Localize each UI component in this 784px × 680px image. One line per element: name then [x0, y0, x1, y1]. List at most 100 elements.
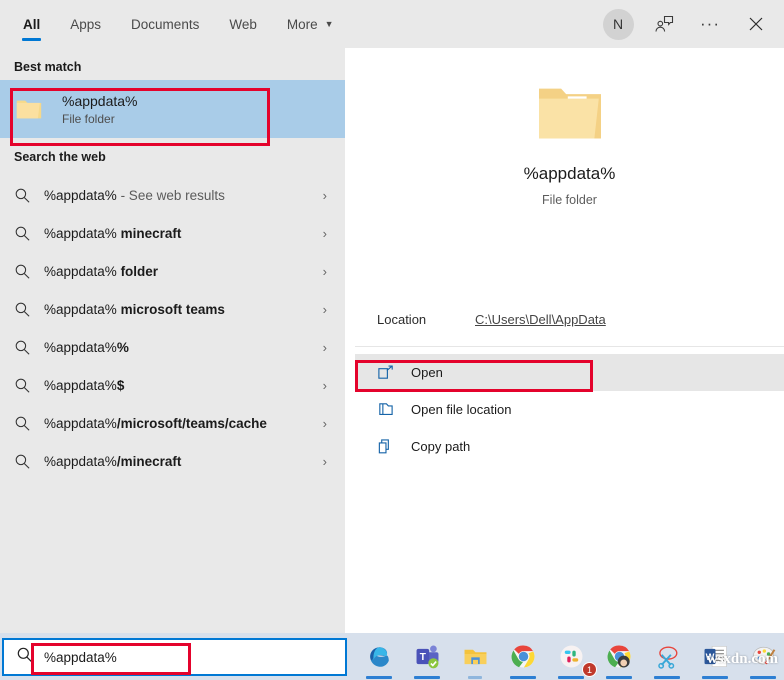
folder-icon-large [538, 88, 601, 139]
web-suggestion-label-7: %appdata%/minecraft [44, 453, 182, 469]
copy-path-icon [377, 438, 411, 455]
web-suggestion-label-6: %appdata%/microsoft/teams/cache [44, 415, 267, 431]
best-match-type: File folder [62, 111, 115, 126]
chevron-right-icon: › [322, 187, 327, 203]
chevron-right-icon: › [322, 415, 327, 431]
web-suggestion-1[interactable]: %appdata% minecraft › [0, 214, 345, 252]
search-icon [14, 339, 44, 356]
google-chrome-profile-icon [607, 645, 630, 668]
web-suggestion-3[interactable]: %appdata% microsoft teams › [0, 290, 345, 328]
location-label: Location [377, 312, 427, 327]
taskbar-app-microsoft-teams[interactable]: T [403, 633, 451, 680]
action-open[interactable]: Open [355, 354, 784, 391]
search-header: All Apps Documents Web More ▼ N ··· [0, 0, 784, 48]
best-match-name: %appdata% [62, 92, 138, 109]
taskbar-search-box[interactable]: %appdata% [2, 638, 347, 676]
tab-documents[interactable]: Documents [116, 0, 214, 48]
chevron-right-icon: › [322, 301, 327, 317]
preview-header: %appdata% File folder [355, 48, 784, 293]
tab-web-label: Web [229, 16, 257, 32]
taskbar-running-indicator [558, 676, 584, 679]
close-button[interactable] [734, 2, 778, 46]
taskbar-running-indicator [414, 676, 440, 679]
avatar: N [602, 8, 634, 40]
chevron-right-icon: › [322, 263, 327, 279]
ellipsis-icon: ··· [700, 14, 720, 33]
search-icon [14, 453, 44, 470]
taskbar-running-indicator [750, 676, 776, 679]
web-suggestion-7[interactable]: %appdata%/minecraft › [0, 442, 345, 480]
watermark: wsxdn.com [706, 651, 778, 667]
action-list: Open Open file location Copy path [355, 347, 784, 465]
svg-text:T: T [419, 652, 426, 663]
more-options-button[interactable]: ··· [688, 2, 732, 46]
best-match-result[interactable]: %appdata% File folder [0, 80, 345, 138]
action-open-file-location[interactable]: Open file location [355, 391, 784, 428]
feedback-person-icon [655, 15, 674, 32]
location-link[interactable]: C:\Users\Dell\AppData [475, 312, 606, 327]
tab-apps-label: Apps [70, 16, 102, 32]
taskbar-app-slack[interactable]: 1 [547, 633, 597, 680]
taskbar-running-indicator [702, 676, 728, 679]
account-button[interactable]: N [596, 2, 640, 46]
search-icon [14, 415, 44, 432]
web-suggestion-label-1: %appdata% minecraft [44, 225, 182, 241]
best-match-texts: %appdata% File folder [62, 93, 138, 126]
taskbar-running-indicator [468, 676, 482, 679]
action-open-label: Open [411, 365, 443, 380]
web-suggestion-0[interactable]: %appdata% - See web results › [0, 176, 345, 214]
microsoft-edge-icon [369, 647, 389, 667]
chevron-down-icon: ▼ [324, 19, 334, 29]
best-match-heading: Best match [14, 60, 82, 74]
web-suggestion-label-5: %appdata%$ [44, 377, 125, 393]
tab-all[interactable]: All [8, 0, 55, 48]
tab-apps[interactable]: Apps [55, 0, 116, 48]
search-icon [4, 646, 44, 669]
search-overlay-window: All Apps Documents Web More ▼ N ··· Best… [0, 0, 784, 680]
action-open-file-location-label: Open file location [411, 402, 512, 417]
feedback-button[interactable] [642, 2, 686, 46]
tab-more[interactable]: More ▼ [272, 0, 349, 48]
taskbar-running-indicator [366, 676, 392, 679]
taskbar-app-microsoft-edge[interactable] [355, 633, 403, 680]
open-window-icon [377, 364, 411, 381]
open-file-location-icon [377, 401, 411, 418]
web-suggestion-label-0: %appdata% - See web results [44, 187, 225, 203]
taskbar-app-google-chrome[interactable] [499, 633, 547, 680]
microsoft-teams-icon: T [416, 645, 438, 669]
taskbar-app-google-chrome-profile[interactable] [595, 633, 643, 680]
search-input-value: %appdata% [44, 649, 117, 665]
web-suggestion-4[interactable]: %appdata%% › [0, 328, 345, 366]
search-icon [14, 187, 44, 204]
taskbar-running-indicator [606, 676, 632, 679]
preview-title: %appdata% [523, 164, 616, 183]
search-web-heading: Search the web [14, 150, 106, 164]
chevron-right-icon: › [322, 377, 327, 393]
taskbar: %appdata% T 1 W wsxdn.com [0, 633, 784, 680]
search-icon [14, 225, 44, 242]
chevron-right-icon: › [322, 225, 327, 241]
folder-icon [16, 100, 42, 119]
chevron-right-icon: › [322, 453, 327, 469]
tab-web[interactable]: Web [214, 0, 272, 48]
preview-subtitle: File folder [542, 193, 597, 207]
search-icon [14, 377, 44, 394]
location-row: Location C:\Users\Dell\AppData [355, 293, 784, 347]
taskbar-app-snipping-tool[interactable] [643, 633, 691, 680]
action-copy-path[interactable]: Copy path [355, 428, 784, 465]
web-suggestion-6[interactable]: %appdata%/microsoft/teams/cache › [0, 404, 345, 442]
file-explorer-icon [464, 649, 486, 665]
results-list-pane: Best match %appdata% File folder Search … [0, 48, 345, 633]
preview-pane: %appdata% File folder Location C:\Users\… [355, 48, 784, 633]
tab-all-label: All [23, 16, 41, 32]
search-filter-tabs: All Apps Documents Web More ▼ [0, 0, 349, 48]
web-suggestion-label-2: %appdata% folder [44, 263, 159, 279]
web-suggestion-5[interactable]: %appdata%$ › [0, 366, 345, 404]
taskbar-running-indicator [654, 676, 680, 679]
chevron-right-icon: › [322, 339, 327, 355]
taskbar-app-file-explorer[interactable] [451, 633, 499, 680]
taskbar-running-indicator [510, 676, 536, 679]
action-copy-path-label: Copy path [411, 439, 471, 454]
google-chrome-icon [511, 645, 534, 668]
web-suggestion-2[interactable]: %appdata% folder › [0, 252, 345, 290]
